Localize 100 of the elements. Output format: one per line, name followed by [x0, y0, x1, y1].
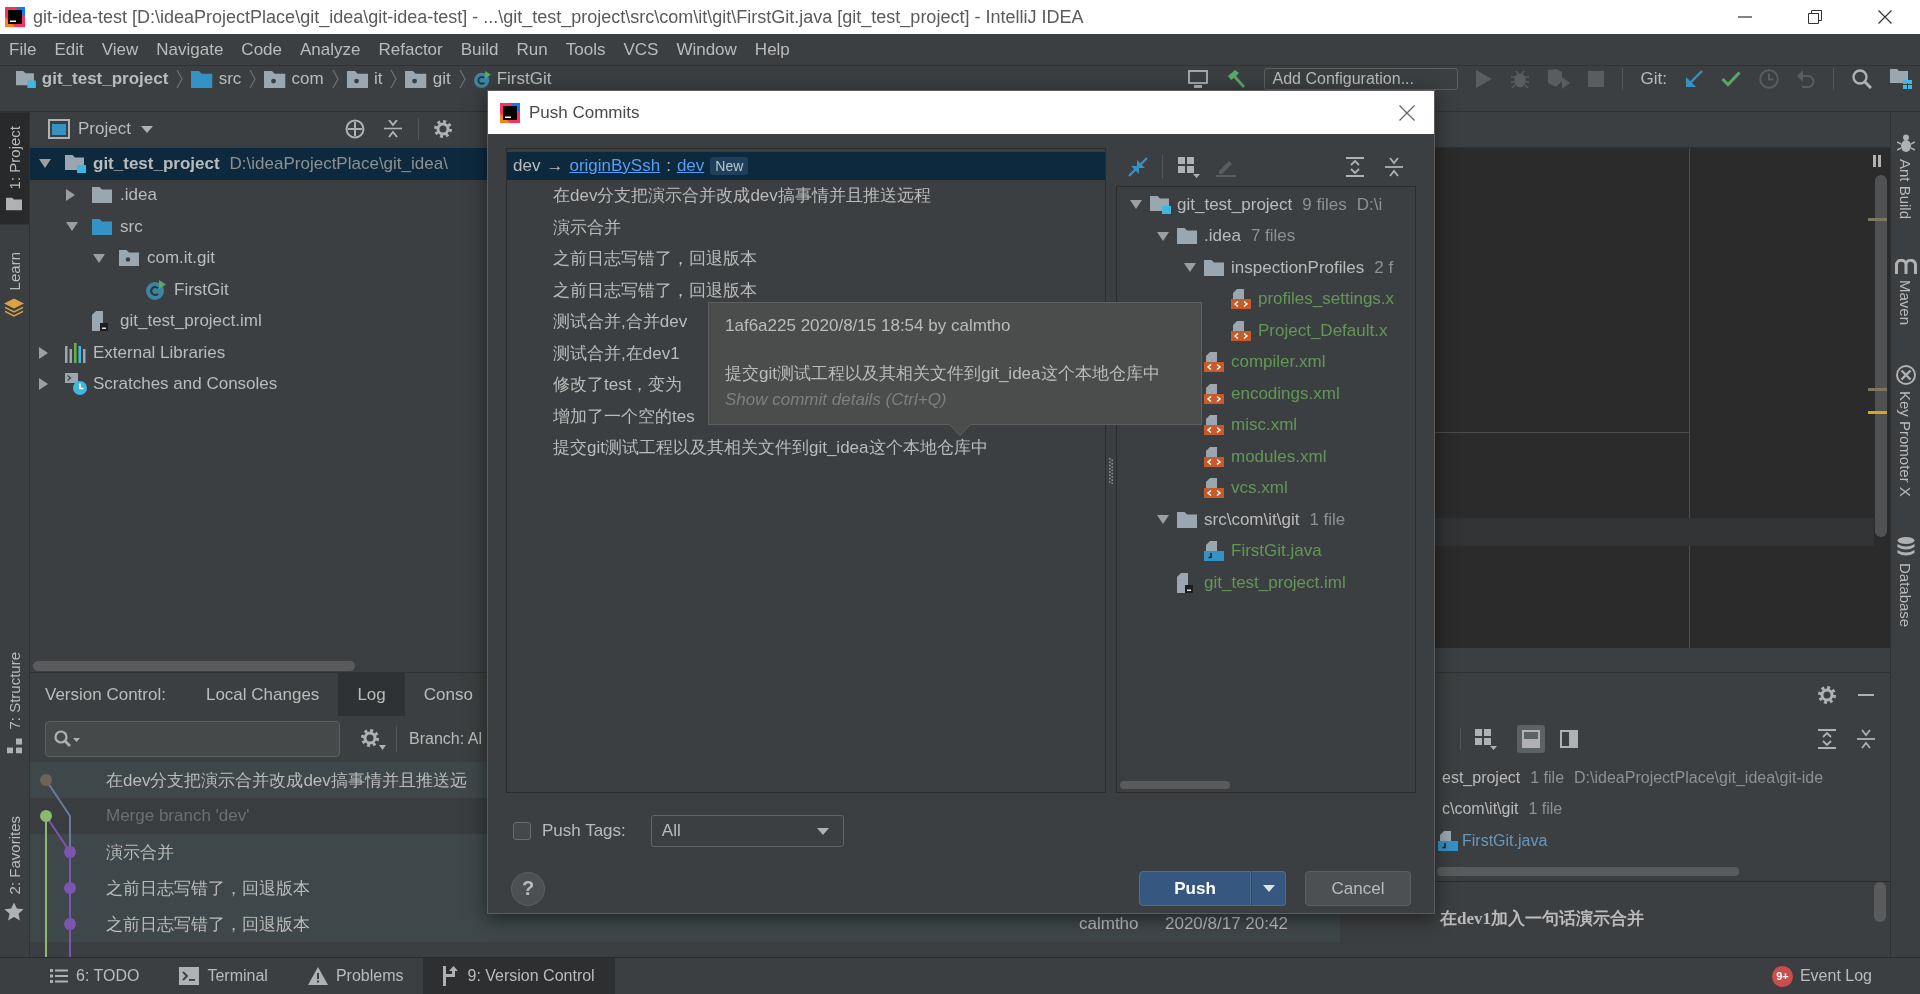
close-icon[interactable] — [1399, 104, 1415, 121]
commit-item[interactable]: 演示合并 — [553, 211, 621, 243]
file-name[interactable]: est_project — [1442, 768, 1521, 787]
tab[interactable]: Local Changes — [186, 673, 339, 716]
menu-item[interactable]: Navigate — [147, 39, 233, 60]
monitor-icon[interactable] — [1187, 70, 1208, 88]
branch-row[interactable]: dev → originBySsh : dev New — [507, 152, 1105, 180]
breadcrumb-item[interactable]: git — [401, 69, 455, 89]
commit-item[interactable]: 测试合并,合并dev — [553, 306, 688, 338]
tool-window-tab[interactable]: 7: Structure — [0, 638, 29, 768]
menu-item[interactable]: Build — [451, 39, 508, 60]
menu-item[interactable]: Run — [507, 39, 557, 60]
breadcrumb-item[interactable]: com — [260, 69, 328, 89]
splitter-grip-icon[interactable] — [1109, 457, 1113, 484]
collapse-all-icon[interactable] — [1857, 729, 1875, 749]
tool-window-tab[interactable]: 2: Favorites — [0, 801, 29, 935]
triangle-icon[interactable] — [39, 378, 48, 391]
menu-item[interactable]: Analyze — [291, 39, 370, 60]
file-name[interactable]: git_test_project — [1177, 194, 1293, 215]
menu-item[interactable]: Edit — [45, 39, 93, 60]
scrollbar-thumb[interactable] — [1120, 781, 1230, 789]
caret-icon[interactable] — [140, 125, 153, 133]
tool-window-tab[interactable]: 1: Project — [0, 112, 29, 225]
file-name[interactable]: c\com\it\git — [1442, 800, 1519, 819]
file-name[interactable]: profiles_settings.x — [1258, 289, 1395, 310]
commit-item[interactable]: 测试合并,在dev1 — [553, 337, 680, 369]
grid-icon[interactable] — [1178, 156, 1200, 178]
file-name[interactable]: FirstGit.java — [1231, 541, 1322, 562]
file-name[interactable]: .idea — [1204, 226, 1241, 247]
push-tags-checkbox[interactable] — [513, 822, 531, 840]
menu-item[interactable]: Refactor — [369, 39, 452, 60]
triangle-icon[interactable] — [66, 222, 78, 232]
triangle-icon[interactable] — [66, 189, 75, 202]
collapse-all-icon[interactable] — [1385, 157, 1403, 177]
menu-item[interactable]: View — [92, 39, 148, 60]
settings-icon[interactable] — [432, 119, 453, 139]
menu-item[interactable]: VCS — [614, 39, 668, 60]
scrollbar-thumb[interactable] — [1875, 175, 1887, 537]
tool-window-tab[interactable]: Database — [1891, 527, 1920, 637]
tree-row[interactable]: git_test_project.iml — [30, 305, 487, 337]
checkmark-icon[interactable] — [1721, 71, 1741, 87]
remote-link[interactable]: originBySsh — [569, 156, 661, 176]
branch-link[interactable]: dev — [676, 156, 705, 176]
crosshair-icon[interactable] — [344, 119, 365, 139]
expand-all-icon[interactable] — [1346, 157, 1364, 177]
tree-row[interactable]: src — [30, 211, 487, 243]
file-name[interactable]: encodings.xml — [1231, 383, 1340, 404]
menu-item[interactable]: Help — [745, 39, 799, 60]
event-log-button[interactable]: 9+ Event Log — [1771, 958, 1920, 994]
breadcrumb-item[interactable]: src — [187, 69, 246, 89]
cancel-button[interactable]: Cancel — [1305, 871, 1411, 906]
commit-item[interactable]: 增加了一个空的tes — [553, 400, 695, 432]
pause-icon[interactable] — [1873, 155, 1881, 167]
menu-item[interactable]: Code — [232, 39, 291, 60]
tool-window-button[interactable]: 9: Version Control — [423, 958, 615, 994]
triangle-icon[interactable] — [93, 253, 105, 263]
settings-icon[interactable] — [360, 728, 386, 750]
file-name[interactable]: compiler.xml — [1231, 352, 1326, 373]
commit-item[interactable]: 在dev分支把演示合并改成dev搞事情并且推送远程 — [553, 180, 931, 212]
menu-item[interactable]: Window — [667, 39, 746, 60]
tool-window-button[interactable]: Problems — [287, 958, 424, 994]
tab[interactable]: Conso — [404, 673, 473, 716]
arrow-down-left-icon[interactable] — [1685, 70, 1703, 88]
arrows-inward-icon[interactable] — [1128, 157, 1148, 177]
search-field[interactable] — [45, 721, 340, 757]
tree-row[interactable]: External Libraries — [30, 337, 487, 369]
menu-item[interactable]: File — [0, 39, 46, 60]
view-selector[interactable]: Project — [78, 119, 131, 139]
layout-toggle[interactable] — [1517, 725, 1545, 753]
tool-window-button[interactable]: 6: TODO — [30, 958, 160, 994]
restore-icon[interactable] — [1808, 10, 1822, 24]
tags-dropdown[interactable]: All — [650, 815, 844, 847]
tree-row[interactable]: git_test_project D:\ideaProjectPlace\git_idea\ — [30, 148, 487, 180]
scrollbar-thumb[interactable] — [1874, 881, 1886, 922]
file-name[interactable]: modules.xml — [1231, 446, 1327, 467]
tool-window-tab[interactable]: Ant Build — [1891, 124, 1920, 229]
tool-window-tab[interactable]: Learn — [0, 238, 29, 332]
scrollbar-thumb[interactable] — [33, 661, 355, 671]
tree-row[interactable]: .idea — [30, 179, 487, 211]
search-icon[interactable] — [54, 730, 80, 748]
file-name[interactable]: git_test_project.iml — [1204, 572, 1346, 593]
search-icon[interactable] — [1852, 69, 1872, 89]
tab[interactable]: Log — [338, 673, 405, 716]
commit-item[interactable]: 修改了test，变为 — [553, 369, 683, 401]
tool-window-tab[interactable]: Key Promoter X — [1891, 356, 1920, 506]
triangle-icon[interactable] — [1157, 231, 1169, 241]
push-options-button[interactable] — [1251, 871, 1286, 906]
menu-item[interactable]: Tools — [556, 39, 615, 60]
triangle-icon[interactable] — [1157, 515, 1169, 525]
tree-row[interactable]: Scratches and Consoles — [30, 368, 487, 400]
triangle-icon[interactable] — [1184, 263, 1196, 273]
breadcrumb-item[interactable]: git_test_project — [12, 69, 173, 89]
hammer-icon[interactable] — [1225, 69, 1246, 89]
triangle-icon[interactable] — [39, 159, 51, 169]
tree-row[interactable]: com.it.git — [30, 242, 487, 274]
triangle-icon[interactable] — [39, 346, 48, 359]
commit-item[interactable]: 提交git测试工程以及其相关文件到git_idea这个本地仓库中 — [553, 432, 988, 464]
file-name[interactable]: Project_Default.x — [1258, 320, 1388, 341]
file-name[interactable]: misc.xml — [1231, 415, 1298, 436]
run-config-button[interactable]: Add Configuration... — [1263, 68, 1458, 90]
